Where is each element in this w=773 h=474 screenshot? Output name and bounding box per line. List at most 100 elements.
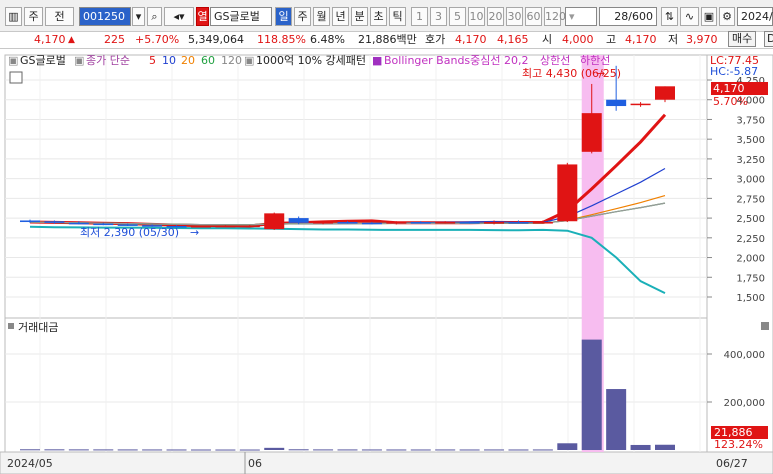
volume-bar	[93, 449, 114, 451]
ask-label: 호가	[425, 33, 446, 46]
minute-option-10[interactable]: 10	[468, 7, 485, 26]
candle-body	[361, 222, 382, 225]
candle-body	[606, 99, 627, 107]
prev-button[interactable]: 전	[45, 7, 74, 26]
search-icon[interactable]: ⌕	[147, 7, 162, 26]
stock-code-input[interactable]: 001250	[79, 7, 131, 26]
volume-ratio: 118.85%	[257, 33, 306, 46]
volume-bar	[288, 449, 309, 451]
candle-body	[557, 164, 578, 222]
count-field[interactable]: 28/600	[599, 7, 657, 26]
volume-bar	[117, 449, 138, 451]
legend-lower-label: 하한선	[580, 54, 611, 67]
table-icon[interactable]	[9, 71, 23, 84]
interval-minute[interactable]: 분	[351, 7, 368, 26]
chart-toolbar: ▥ 주 전 001250 ▾ ⌕ ◂▾ 열 GS글로벌 일 주 월 년 분 초 …	[0, 0, 773, 32]
minute-option-20[interactable]: 20	[487, 7, 504, 26]
volume-tick-label: 400,000	[724, 350, 765, 361]
legend-marker-icon-2: ▣	[74, 54, 85, 67]
minute-option-5[interactable]: 5	[449, 7, 466, 26]
interval-week[interactable]: 주	[294, 7, 311, 26]
minute-option-3[interactable]: 3	[430, 7, 447, 26]
date-field[interactable]: 2024/0	[737, 7, 773, 26]
candle-body	[655, 86, 675, 100]
volume-bar	[606, 389, 627, 450]
minute-option-120[interactable]: 120	[544, 7, 566, 26]
price-tick-label: 3,000	[736, 175, 765, 186]
volume-bar	[459, 449, 480, 451]
volume-bar	[44, 449, 65, 451]
candle-body	[630, 103, 651, 106]
legend-stock-name: GS글로벌	[20, 54, 66, 67]
candle-body	[239, 225, 260, 228]
high-price: 4,170	[625, 33, 657, 46]
interval-day[interactable]: 일	[275, 7, 292, 26]
price-tick-label: 1,750	[736, 273, 765, 284]
legend-marker-icon-3: ▣	[244, 54, 255, 67]
candle-body	[484, 222, 505, 224]
legend-ma-120: 120	[221, 54, 242, 67]
volume-bar	[361, 449, 382, 451]
minute-option-1[interactable]: 1	[411, 7, 428, 26]
volume-bar	[484, 449, 505, 451]
legend-bb-label: Bollinger Bands중심선 20,2	[384, 54, 529, 67]
legend-ma-60: 60	[201, 54, 215, 67]
period-button[interactable]: 주	[24, 7, 43, 26]
candle-body	[313, 222, 334, 224]
x-label-mid: 06	[248, 457, 262, 470]
volume-bar	[166, 449, 187, 451]
custom-interval-input[interactable]: ▾	[565, 7, 597, 26]
price-chart[interactable]: 4,2504,0003,7503,5003,2503,0002,7502,500…	[0, 50, 773, 474]
high-label: 고	[606, 33, 617, 46]
volume-bar	[239, 449, 260, 451]
code-dropdown-icon[interactable]: ▾	[132, 7, 145, 26]
candle-body	[386, 222, 407, 224]
low-annotation: 최저 2,390 (05/30)	[80, 226, 179, 239]
volume-bar	[655, 444, 675, 450]
price-tick-label: 2,750	[736, 194, 765, 205]
x-label-start: 2024/05	[7, 457, 53, 470]
panel-close-icon[interactable]	[761, 322, 769, 330]
low-label: 저	[668, 33, 679, 46]
low-price: 3,970	[686, 33, 718, 46]
price-tick-label: 3,250	[736, 155, 765, 166]
volume-bar	[313, 449, 334, 451]
current-price-tag-value: 4,170	[713, 82, 745, 95]
candle-body	[435, 222, 456, 224]
candle-body	[215, 225, 236, 228]
extra-button[interactable]: D	[764, 31, 773, 47]
chart-type-icon[interactable]: ▥	[5, 7, 22, 26]
save-icon[interactable]: ▣	[701, 7, 717, 26]
ask-price-2: 4,165	[497, 33, 529, 46]
speaker-icon[interactable]: ◂▾	[164, 7, 194, 26]
candle-body	[581, 113, 602, 152]
interval-year[interactable]: 년	[332, 7, 349, 26]
interval-tick[interactable]: 틱	[389, 7, 406, 26]
hc-label: HC:-5.87	[710, 65, 758, 78]
open-price: 4,000	[562, 33, 594, 46]
link-icon[interactable]: ⇅	[661, 7, 678, 26]
gear-icon[interactable]: ⚙	[719, 7, 735, 26]
arrow-right-icon: →	[596, 67, 605, 80]
legend-ma-20: 20	[181, 54, 195, 67]
volume-bar	[386, 449, 407, 451]
interval-month[interactable]: 월	[313, 7, 330, 26]
candle-body	[20, 220, 40, 223]
minute-option-60[interactable]: 60	[525, 7, 542, 26]
volume-bar	[435, 449, 456, 451]
volume-bar	[508, 449, 529, 451]
legend-ma-label: 종가 단순	[86, 54, 130, 67]
interval-second[interactable]: 초	[370, 7, 387, 26]
candle-body	[93, 223, 114, 226]
candle-body	[44, 221, 65, 223]
stock-name-field[interactable]: GS글로벌	[210, 7, 272, 26]
minute-option-30[interactable]: 30	[506, 7, 523, 26]
current-value-pct: 123.24%	[714, 438, 763, 451]
quote-bar: 4,170 ▲ 225 +5.70% 5,349,064 118.85% 6.4…	[0, 31, 773, 49]
pen-icon[interactable]: ∿	[680, 7, 699, 26]
legend-unit-label: 1000억 10% 강세패턴	[256, 54, 367, 67]
stock-badge: 열	[196, 7, 209, 26]
buy-button[interactable]: 매수	[728, 31, 757, 47]
candle-body	[532, 222, 553, 224]
open-label: 시	[542, 33, 553, 46]
